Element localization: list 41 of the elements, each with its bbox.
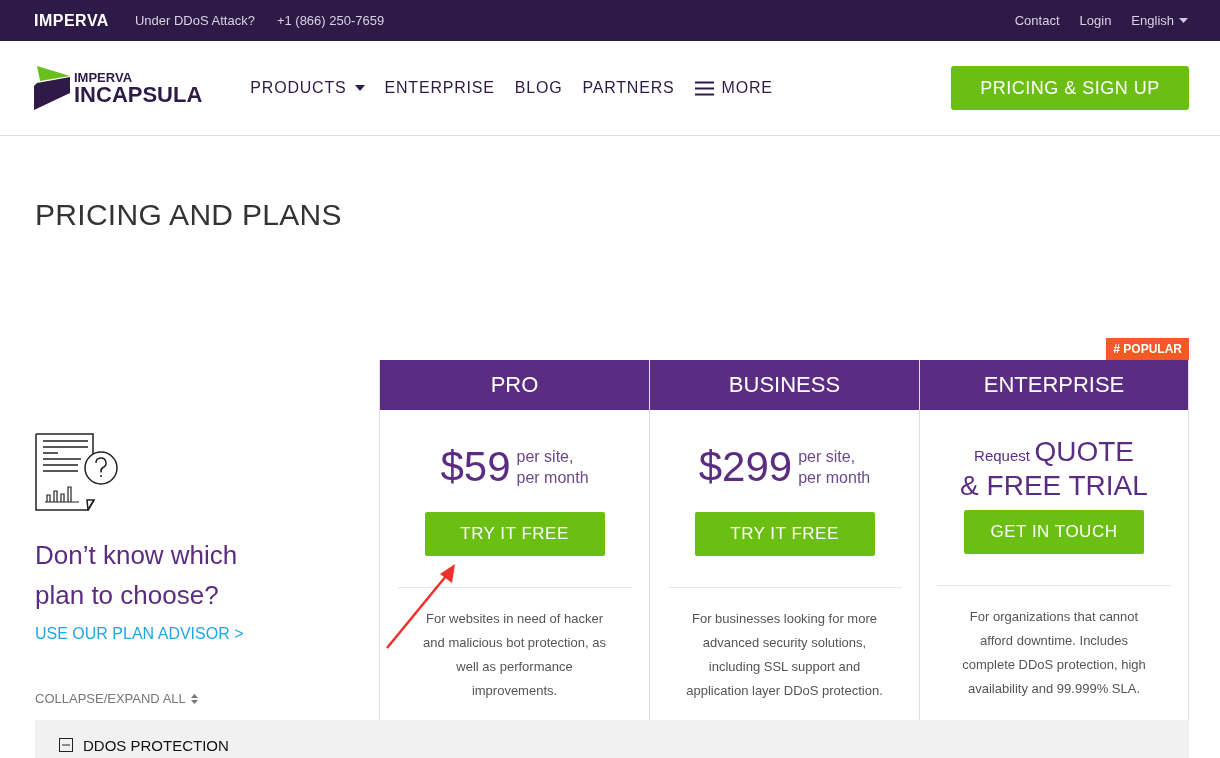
price-unit: per site, <box>516 447 575 467</box>
caret-icon[interactable] <box>1179 17 1188 24</box>
top-link[interactable]: Contact <box>1014 13 1060 28</box>
plan-price: $299 <box>698 443 793 491</box>
plan-description: For websites in need of hacker and malicious bot protection, as well as performance improvements. <box>422 610 607 700</box>
plan-name: BUSINESS <box>650 360 919 410</box>
attack-label: Under DDoS Attack? <box>134 13 255 28</box>
plan-price: $59 <box>440 443 511 491</box>
plan-name: ENTERPRISE <box>920 360 1188 410</box>
page-title: PRICING AND PLANS <box>35 198 343 232</box>
top-link[interactable]: Login <box>1079 13 1112 28</box>
collapse-icon[interactable] <box>59 738 73 752</box>
document-question-icon <box>35 433 119 511</box>
logo-wordmark[interactable]: INCAPSULA <box>74 83 203 106</box>
price-unit: per month <box>516 468 589 488</box>
section-title: DDOS PROTECTION <box>83 738 229 753</box>
nav-link[interactable]: MORE <box>694 79 773 97</box>
nav-link[interactable]: PRODUCTS <box>250 79 365 97</box>
popular-badge: # POPULAR <box>1106 338 1189 360</box>
quote-label: QUOTE <box>1034 436 1134 467</box>
free-trial-label: & FREE TRIAL <box>960 471 1148 501</box>
section-header[interactable]: DDOS PROTECTION <box>35 720 1189 758</box>
plan-description: For businesses looking for more advanced security solutions, including SSL support and application layer DDoS protection. <box>685 610 884 700</box>
language-dropdown[interactable]: English <box>1131 13 1188 28</box>
nav-link[interactable]: ENTERPRISE <box>384 79 495 97</box>
sort-icon[interactable] <box>190 693 198 704</box>
logo-wordmark[interactable]: IMPERVA <box>74 70 203 84</box>
menu-icon[interactable] <box>694 80 714 96</box>
price-unit: per month <box>798 468 871 488</box>
request-label: Request <box>974 447 1030 464</box>
plan-name: PRO <box>380 360 649 410</box>
logo-icon[interactable] <box>34 66 70 110</box>
nav-link[interactable]: PARTNERS <box>582 79 675 97</box>
brand-logo[interactable]: IMPERVA <box>34 11 109 30</box>
caret-icon[interactable] <box>354 85 365 91</box>
advisor-heading: Don’t know which plan to choose? <box>35 539 239 612</box>
price-unit: per site, <box>798 447 857 467</box>
collapse-expand-toggle[interactable]: COLLAPSE/EXPAND ALL <box>35 691 198 706</box>
nav-link[interactable]: BLOG <box>514 79 563 97</box>
plan-description: For organizations that cannot afford downtime. Includes complete DDoS protection, high availability and 99.999% SLA. <box>961 608 1147 698</box>
phone-link[interactable]: +1 (866) 250-7659 <box>276 13 385 28</box>
